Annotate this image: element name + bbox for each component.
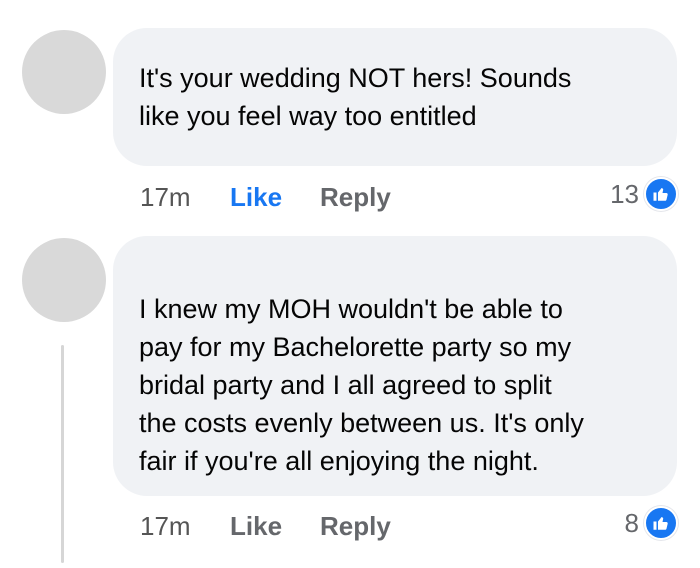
- comment-bubble: I knew my MOH wouldn't be able to pay fo…: [113, 236, 677, 496]
- comment-bubble: It's your wedding NOT hers! Sounds like …: [113, 28, 677, 166]
- comment-text: It's your wedding NOT hers! Sounds like …: [139, 59, 651, 135]
- timestamp[interactable]: 17m: [140, 182, 191, 213]
- reaction-summary[interactable]: 13: [610, 177, 678, 211]
- reply-button[interactable]: Reply: [320, 511, 391, 542]
- like-button[interactable]: Like: [230, 511, 282, 542]
- avatar[interactable]: [22, 238, 106, 322]
- comment-text-line: fair if you're all enjoying the night.: [139, 446, 539, 476]
- thumbs-up-icon: [644, 506, 678, 540]
- like-button[interactable]: Like: [230, 182, 282, 213]
- comment-text-line: the costs evenly between us. It's only: [139, 408, 584, 438]
- avatar[interactable]: [22, 30, 106, 114]
- comment-text-line: I knew my MOH wouldn't be able to: [139, 294, 563, 324]
- comment-text-line: like you feel way too entitled: [139, 101, 477, 131]
- thread-connector-line: [61, 345, 64, 563]
- reaction-count: 13: [610, 178, 639, 209]
- reply-button[interactable]: Reply: [320, 182, 391, 213]
- timestamp[interactable]: 17m: [140, 511, 191, 542]
- reaction-summary[interactable]: 8: [624, 506, 678, 540]
- comment-text-line: pay for my Bachelorette party so my: [139, 332, 572, 362]
- reaction-count: 8: [624, 507, 639, 538]
- comment-text: I knew my MOH wouldn't be able to pay fo…: [139, 290, 651, 480]
- thumbs-up-icon: [644, 177, 678, 211]
- comment-text-line: bridal party and I all agreed to split: [139, 370, 552, 400]
- comment-text-line: It's your wedding NOT hers! Sounds: [139, 63, 572, 93]
